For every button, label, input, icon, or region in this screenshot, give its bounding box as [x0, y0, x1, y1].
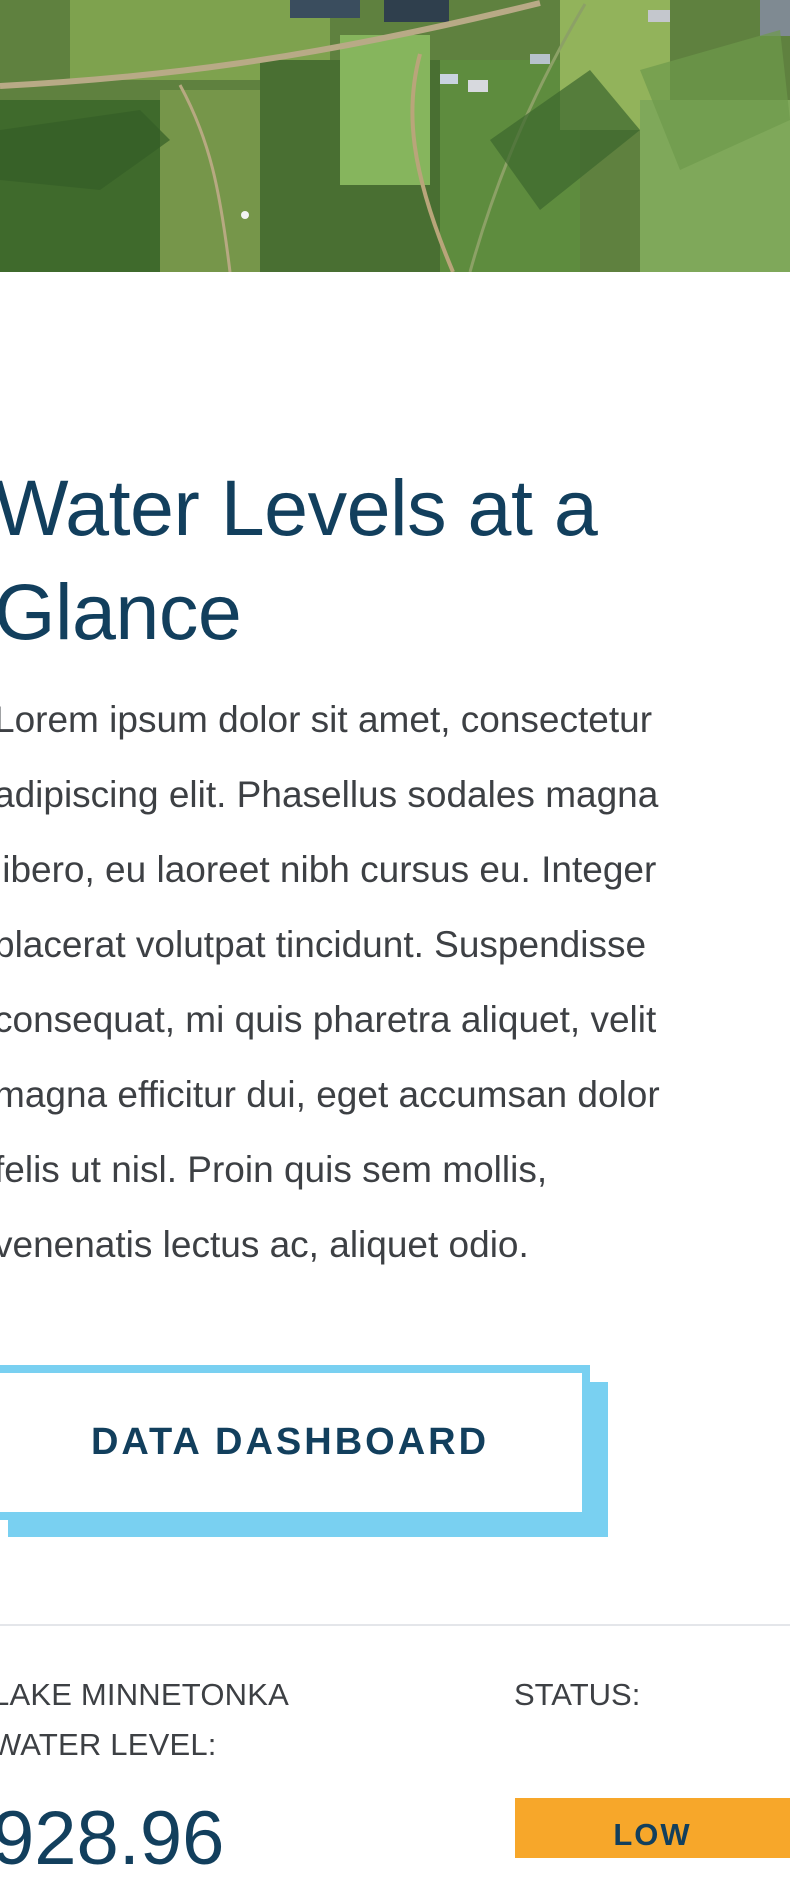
data-dashboard-label: DATA DASHBOARD — [90, 1421, 490, 1463]
section-description: Lorem ipsum dolor sit amet, consectetur … — [0, 699, 660, 1265]
hero-image — [0, 0, 790, 272]
data-dashboard-button[interactable]: DATA DASHBOARD — [0, 1365, 590, 1520]
section-divider — [0, 1624, 790, 1626]
section-title: Water Levels at a Glance — [0, 463, 598, 656]
status-label: STATUS: — [514, 1677, 641, 1712]
status-badge: LOW — [515, 1798, 790, 1858]
water-level-value: 928.96 — [0, 1796, 225, 1881]
water-level-label: LAKE MINNETONKA WATER LEVEL: — [0, 1677, 290, 1762]
intro-section: Water Levels at a Glance Lorem ipsum dol… — [0, 456, 774, 1282]
data-dashboard-button-wrapper: DATA DASHBOARD — [0, 1365, 618, 1541]
status-value: LOW — [613, 1817, 692, 1852]
